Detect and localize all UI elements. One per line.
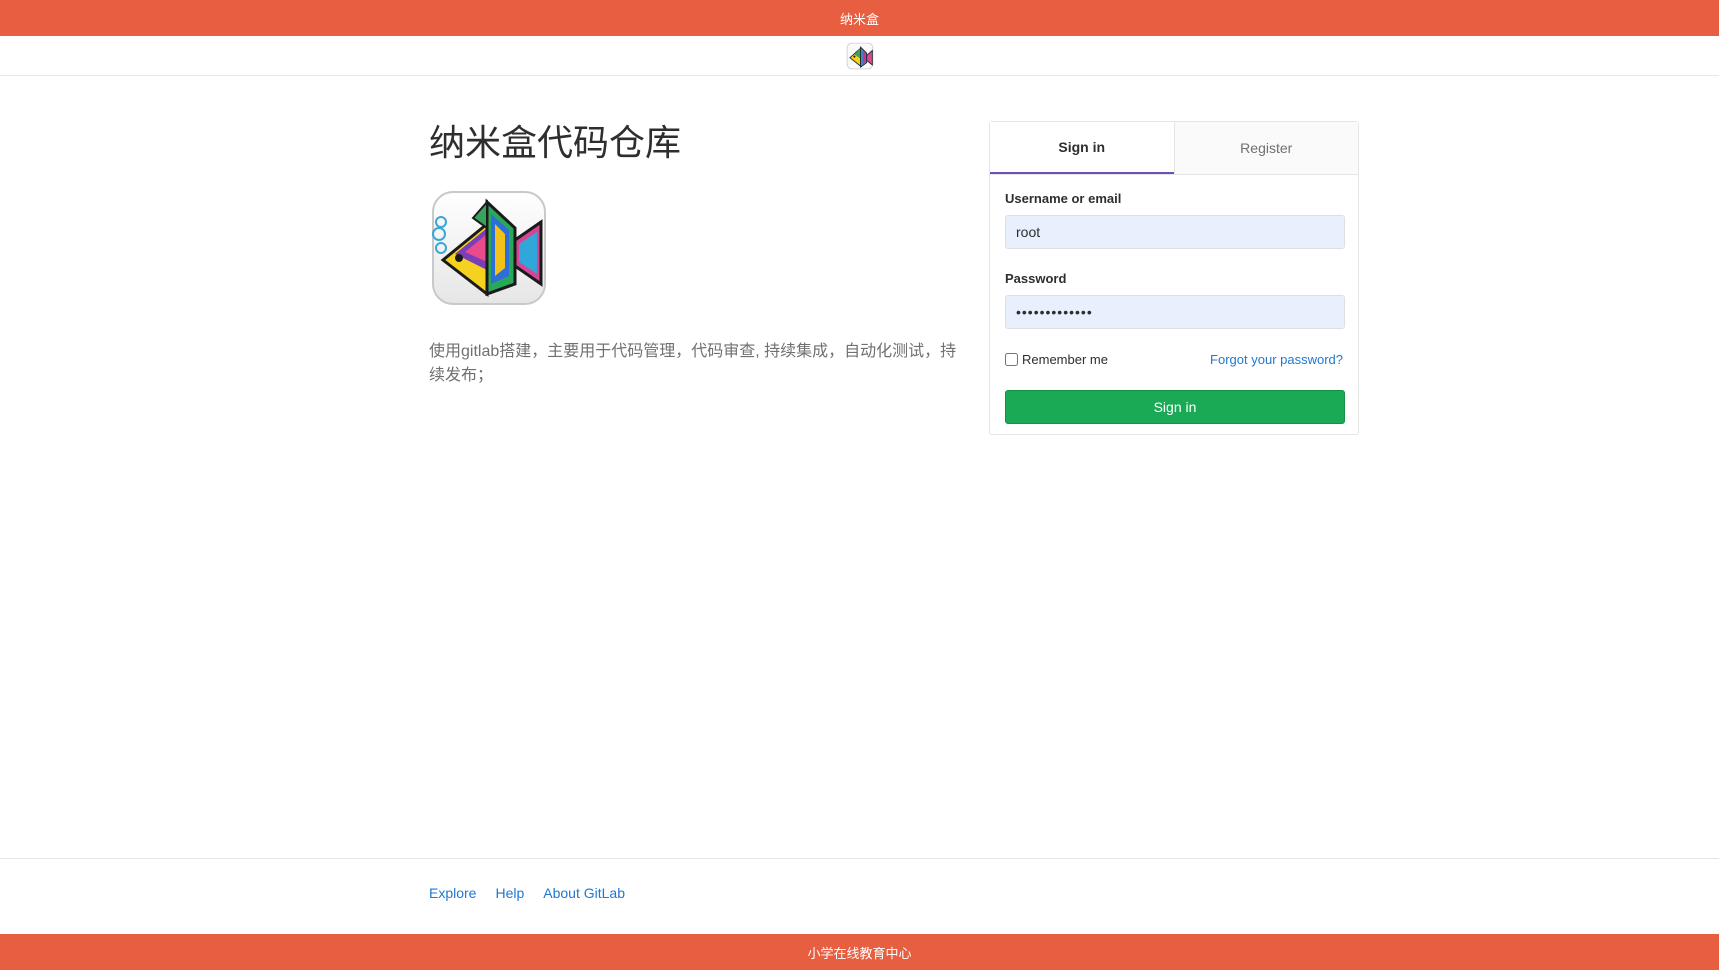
remember-me-checkbox[interactable] bbox=[1005, 352, 1018, 366]
sign-in-button[interactable]: Sign in bbox=[1005, 390, 1345, 424]
username-label: Username or email bbox=[1005, 191, 1122, 206]
footer-link-help[interactable]: Help bbox=[495, 885, 524, 901]
brand-section: 纳米盒代码仓库 使用gitlab搭建，主要用于代码管理，代码审查, 持续集成，自… bbox=[429, 118, 959, 388]
tab-sign-in[interactable]: Sign in bbox=[990, 122, 1174, 174]
login-form: Username or email Password Remember me F… bbox=[990, 175, 1358, 424]
bottom-banner-title: 小学在线教育中心 bbox=[807, 945, 912, 961]
password-input[interactable] bbox=[1005, 295, 1345, 329]
username-input[interactable] bbox=[1005, 215, 1345, 249]
login-box: Sign in Register Username or email Passw… bbox=[989, 121, 1359, 435]
top-banner-title: 纳米盒 bbox=[839, 11, 879, 27]
forgot-password-link[interactable]: Forgot your password? bbox=[1210, 352, 1343, 367]
top-banner: 纳米盒 bbox=[0, 0, 1719, 36]
footer-link-explore[interactable]: Explore bbox=[429, 885, 476, 901]
footer: Explore Help About GitLab bbox=[0, 858, 1719, 935]
password-label: Password bbox=[1005, 271, 1067, 286]
navbar bbox=[0, 36, 1719, 76]
page-title: 纳米盒代码仓库 bbox=[429, 122, 682, 163]
colorful-fish-logo-icon bbox=[432, 191, 546, 305]
bottom-banner: 小学在线教育中心 bbox=[0, 934, 1719, 970]
remember-me[interactable]: Remember me bbox=[1005, 352, 1108, 367]
brand-description: 使用gitlab搭建，主要用于代码管理，代码审查, 持续集成，自动化测试，持续发… bbox=[429, 343, 957, 384]
colorful-fish-logo-icon[interactable] bbox=[846, 42, 874, 70]
remember-row: Remember me Forgot your password? bbox=[1005, 349, 1343, 369]
login-tabs: Sign in Register bbox=[990, 122, 1358, 175]
footer-link-about-gitlab[interactable]: About GitLab bbox=[543, 885, 625, 901]
tab-register[interactable]: Register bbox=[1173, 122, 1358, 174]
remember-me-label: Remember me bbox=[1022, 351, 1108, 367]
footer-links: Explore Help About GitLab bbox=[429, 885, 625, 901]
